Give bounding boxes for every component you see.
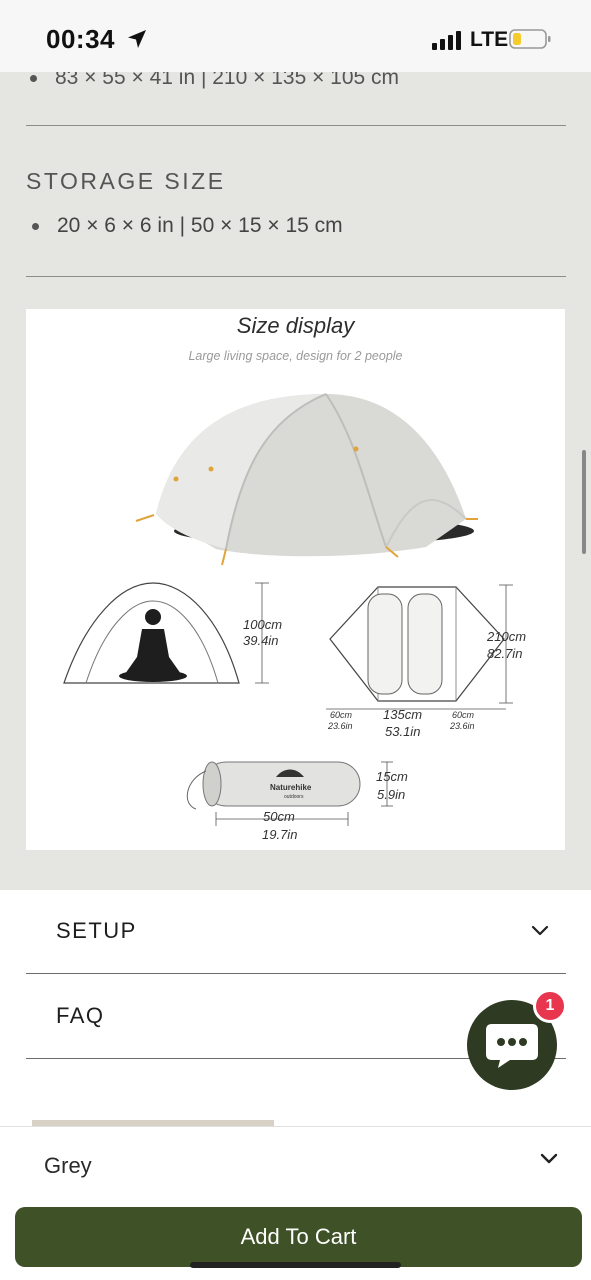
storage-size-heading: STORAGE SIZE [26, 168, 226, 194]
tent-floor-plan [326, 584, 513, 710]
vestibule-right-cm-label: 60cm [452, 710, 475, 720]
chevron-down-icon [531, 925, 549, 936]
bag-diameter-in-label: 5.9in [377, 787, 405, 802]
vestibule-left-in-label: 23.6in [327, 721, 353, 731]
size-display-subtitle: Large living space, design for 2 people [188, 349, 403, 363]
height-cm-label: 100cm [243, 617, 282, 632]
page-scrollbar[interactable] [582, 450, 586, 554]
accordion-faq-label: FAQ [56, 1003, 105, 1028]
home-indicator [190, 1262, 401, 1268]
chat-unread-badge: 1 [533, 989, 567, 1023]
width-cm-label: 135cm [383, 707, 422, 722]
sticky-cart-bar: Grey Add To Cart [0, 1126, 591, 1280]
variant-select[interactable]: Grey [44, 1153, 92, 1179]
status-bar: 00:34 LTE [0, 0, 591, 72]
person-silhouette [119, 609, 187, 682]
bag-diameter-cm-label: 15cm [376, 769, 408, 784]
length-cm-label: 210cm [486, 629, 526, 644]
status-time: 00:34 [46, 24, 115, 54]
accordion-setup[interactable]: SETUP [26, 890, 566, 974]
width-in-label: 53.1in [385, 724, 420, 739]
battery-low-icon [509, 29, 551, 49]
bag-length-in-label: 19.7in [262, 827, 297, 842]
chevron-down-icon[interactable] [540, 1149, 558, 1167]
signal-bars-icon [432, 31, 461, 50]
divider [26, 276, 566, 277]
accordion-setup-label: SETUP [56, 918, 137, 943]
size-display-image: 100cm 39.4in 210cm 82.7in 60cm 23.6in 13… [26, 309, 565, 850]
add-to-cart-button[interactable]: Add To Cart [15, 1207, 582, 1267]
bag-brand-label: Naturehike [270, 783, 312, 792]
bag-brand-sub-label: outdoors [284, 794, 304, 800]
chat-bubble-icon [486, 1024, 538, 1068]
height-in-label: 39.4in [243, 633, 278, 648]
length-in-label: 82.7in [487, 646, 522, 661]
divider [26, 973, 566, 974]
vestibule-left-cm-label: 60cm [330, 710, 353, 720]
tent-front-profile [63, 582, 269, 684]
bag-length-cm-label: 50cm [263, 809, 295, 824]
tent-illustration [135, 393, 478, 566]
vestibule-right-in-label: 23.6in [449, 721, 475, 731]
product-specs-section: 83 × 55 × 41 in | 210 × 135 × 105 cm STO… [0, 66, 591, 890]
divider [26, 125, 566, 126]
size-display-title: Size display [236, 313, 355, 338]
storage-size-item: 20 × 6 × 6 in | 50 × 15 × 15 cm [32, 214, 343, 238]
location-arrow-icon [128, 30, 146, 48]
size-display-diagram: 100cm 39.4in 210cm 82.7in 60cm 23.6in 13… [63, 393, 526, 842]
network-type: LTE [470, 28, 509, 51]
